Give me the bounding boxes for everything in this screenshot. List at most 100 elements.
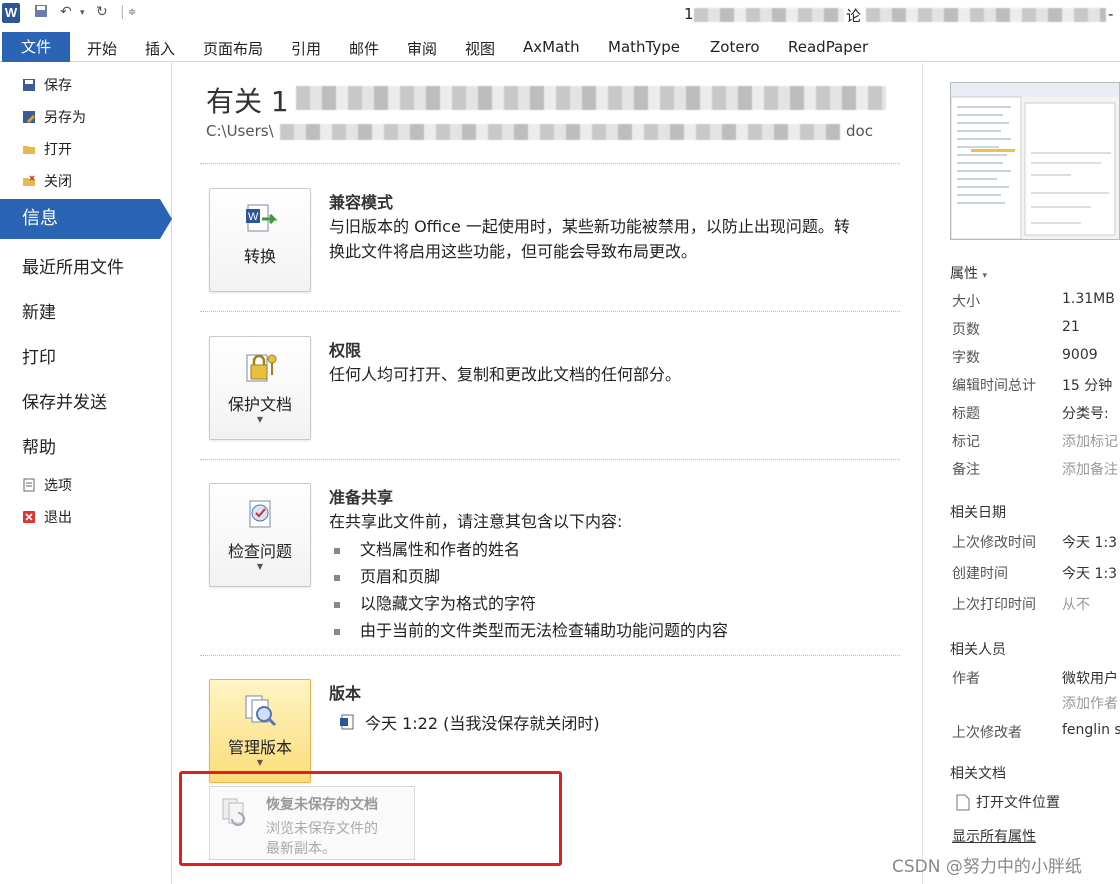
tab-file[interactable]: 文件 [2, 32, 70, 62]
nav-save[interactable]: 保存 [22, 75, 72, 95]
prop-key: 创建时间 [952, 566, 1008, 582]
word-app-icon[interactable]: W [2, 3, 20, 23]
undo-dropdown-icon[interactable]: ▾ [80, 8, 85, 18]
prop-key: 作者 [952, 671, 980, 687]
redacted-path [280, 124, 840, 140]
divider [200, 655, 900, 656]
nav-new[interactable]: 新建 [22, 298, 56, 323]
prop-key: 上次打印时间 [952, 597, 1036, 613]
chevron-down-icon: ▾ [982, 271, 987, 281]
share-bullet: 页眉和页脚 [334, 563, 440, 587]
open-file-location-link[interactable]: 打开文件位置 [956, 792, 1060, 812]
check-issues-button[interactable]: 检查问题 ▼ [209, 483, 311, 587]
watermark: CSDN @努力中的小胖纸 [892, 857, 1082, 877]
manage-versions-icon [245, 695, 277, 727]
highlight-box [179, 771, 562, 866]
nav-exit[interactable]: 退出 [22, 507, 72, 527]
redacted-title [694, 8, 844, 22]
share-bullet: 由于当前的文件类型而无法检查辅助功能问题的内容 [334, 617, 728, 641]
nav-print[interactable]: 打印 [22, 343, 56, 368]
nav-save-send[interactable]: 保存并发送 [22, 388, 107, 413]
prop-edit-time: 15 分钟 [1062, 378, 1113, 394]
document-icon [956, 794, 970, 810]
nav-close[interactable]: 关闭 [22, 171, 72, 191]
save-icon[interactable] [34, 4, 48, 22]
version-entry[interactable]: 今天 1:22 (当我没保存就关闭时) [340, 710, 600, 734]
manage-versions-label: 管理版本 [227, 738, 292, 757]
prop-size: 1.31MB [1062, 291, 1115, 307]
share-text: 在共享此文件前，请注意其包含以下内容: [329, 512, 623, 531]
share-heading: 准备共享 [329, 488, 394, 507]
prop-words: 9009 [1062, 347, 1098, 363]
prop-last-modified: 今天 1:3 [1062, 535, 1117, 551]
prop-key: 标题 [952, 406, 980, 422]
permissions-text: 任何人均可打开、复制和更改此文档的任何部分。 [329, 365, 682, 384]
properties-heading[interactable]: 属性 ▾ [950, 263, 987, 283]
add-author-input[interactable]: 添加作者 [1062, 693, 1118, 713]
prop-key: 标记 [952, 434, 980, 450]
options-icon [22, 478, 36, 492]
chevron-down-icon: ▼ [256, 758, 264, 767]
divider [200, 459, 900, 460]
manage-versions-button[interactable]: 管理版本 ▼ [209, 679, 311, 783]
redo-icon[interactable]: ↻ [96, 4, 108, 20]
prop-last-printed: 从不 [1062, 597, 1090, 613]
prop-key: 大小 [952, 294, 980, 310]
tab-home[interactable]: 开始 [87, 38, 117, 59]
prop-key: 页数 [952, 322, 980, 338]
customize-qat-icon[interactable]: ≑ [128, 7, 136, 18]
tab-page-layout[interactable]: 页面布局 [203, 38, 263, 59]
nav-info[interactable]: 信息 [0, 199, 160, 239]
nav-help[interactable]: 帮助 [22, 433, 56, 458]
protect-document-button[interactable]: 保护文档 ▼ [209, 336, 311, 440]
compat-heading: 兼容模式 [329, 193, 394, 212]
tab-zotero[interactable]: Zotero [710, 38, 760, 56]
document-title: 1 [684, 5, 694, 23]
tab-references[interactable]: 引用 [291, 38, 321, 59]
nav-exit-label: 退出 [44, 510, 72, 526]
tab-view[interactable]: 视图 [465, 38, 495, 59]
prop-key: 备注 [952, 462, 980, 478]
prop-tags-input[interactable]: 添加标记 [1062, 431, 1118, 451]
tab-mathtype[interactable]: MathType [608, 38, 680, 56]
prop-key: 上次修改者 [952, 725, 1022, 741]
nav-open[interactable]: 打开 [22, 139, 72, 159]
compat-text-1: 与旧版本的 Office 一起使用时，某些新功能被禁用，以防止出现问题。转 [329, 217, 850, 236]
qat-separator: | [120, 4, 125, 20]
page-title: 有关 1 [206, 85, 289, 118]
tab-axmath[interactable]: AxMath [523, 38, 580, 56]
tab-readpaper[interactable]: ReadPaper [788, 38, 868, 56]
lock-key-icon [246, 354, 277, 382]
redacted-filename [296, 86, 886, 110]
prop-author[interactable]: 微软用户 [1062, 668, 1118, 688]
divider [200, 311, 900, 312]
share-bullet: 以隐藏文字为格式的字符 [334, 590, 536, 614]
title-dash: - [1108, 5, 1114, 23]
document-thumbnail[interactable] [950, 82, 1120, 240]
open-folder-icon [22, 142, 36, 156]
tab-mailings[interactable]: 邮件 [349, 38, 379, 59]
undo-icon[interactable]: ↶ [60, 4, 72, 20]
version-entry-label: 今天 1:22 (当我没保存就关闭时) [365, 714, 600, 733]
permissions-heading: 权限 [329, 341, 362, 360]
prop-pages: 21 [1062, 319, 1080, 335]
nav-save-as[interactable]: 另存为 [22, 107, 86, 127]
show-all-properties-link[interactable]: 显示所有属性 [952, 826, 1036, 846]
thumbnail-preview [950, 83, 1119, 240]
prop-comments-input[interactable]: 添加备注 [1062, 459, 1118, 479]
versions-heading: 版本 [329, 684, 362, 703]
divider [200, 163, 900, 164]
convert-button-label: 转换 [243, 247, 276, 266]
nav-info-pointer [160, 199, 172, 239]
nav-recent[interactable]: 最近所用文件 [22, 253, 124, 278]
exit-icon [22, 510, 36, 524]
file-path: C:\Users\ [206, 122, 274, 140]
prop-title[interactable]: 分类号: [1062, 403, 1109, 423]
tab-review[interactable]: 审阅 [407, 38, 437, 59]
convert-button[interactable]: W 转换 [209, 188, 311, 292]
nav-options[interactable]: 选项 [22, 475, 72, 495]
nav-close-label: 关闭 [44, 174, 72, 190]
related-dates-heading: 相关日期 [950, 505, 1006, 521]
prop-last-modified-by[interactable]: fenglin s [1062, 722, 1120, 738]
tab-insert[interactable]: 插入 [145, 38, 175, 59]
